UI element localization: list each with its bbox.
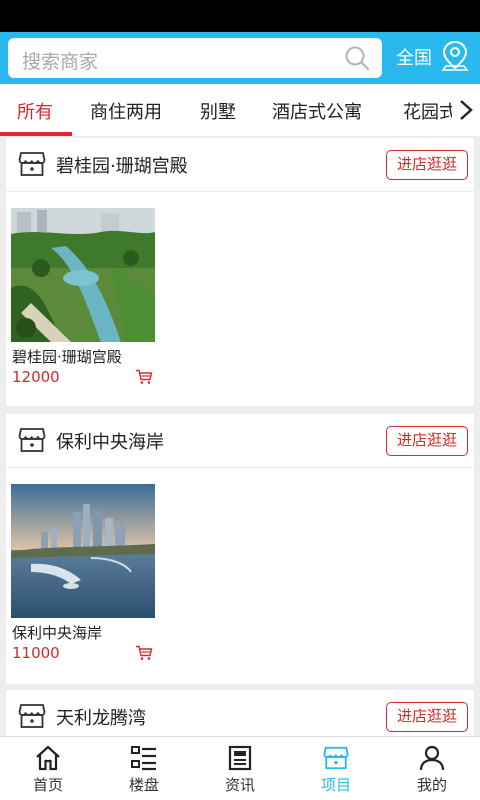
cart-icon[interactable] — [135, 645, 153, 661]
visit-shop-button[interactable]: 进店逛逛 — [386, 150, 468, 180]
tab-serviced-apartment[interactable]: 酒店式公寓 — [272, 98, 362, 124]
active-tab-indicator — [0, 132, 72, 136]
region-selector[interactable]: 全国 — [396, 44, 432, 70]
product-image[interactable] — [11, 208, 155, 342]
store-icon — [18, 152, 46, 176]
product-price: 11000 — [12, 644, 60, 662]
cart-icon[interactable] — [135, 369, 153, 385]
product-card[interactable]: 碧桂园·珊瑚宫殿 12000 — [11, 208, 155, 386]
tab-villa[interactable]: 别墅 — [200, 98, 236, 124]
search-input[interactable]: 搜索商家 — [8, 38, 382, 78]
shop-name: 天利龙腾湾 — [56, 708, 146, 729]
shop-card: 保利中央海岸 进店逛逛 保利中央海岸 11000 — [6, 414, 474, 684]
nav-projects[interactable]: 项目 — [288, 737, 384, 800]
list-icon — [131, 746, 156, 771]
shop-name: 保利中央海岸 — [56, 432, 164, 453]
product-card[interactable]: 保利中央海岸 11000 — [11, 484, 155, 662]
tabs-scroll-right[interactable] — [452, 84, 480, 136]
user-icon — [419, 745, 445, 771]
tab-all[interactable]: 所有 — [17, 98, 53, 124]
nav-profile-label: 我的 — [416, 776, 447, 794]
tab-garden[interactable]: 花园式 — [403, 98, 457, 124]
store-icon — [323, 746, 349, 770]
nav-projects-label: 项目 — [320, 776, 351, 794]
store-icon — [18, 428, 46, 452]
nav-listings[interactable]: 楼盘 — [96, 737, 192, 800]
product-name: 碧桂园·珊瑚宫殿 — [12, 348, 122, 366]
nav-news-label: 资讯 — [224, 776, 255, 794]
search-icon[interactable] — [344, 45, 370, 71]
shop-name: 碧桂园·珊瑚宫殿 — [56, 156, 188, 177]
nav-news[interactable]: 资讯 — [192, 737, 288, 800]
tab-commercial-residential[interactable]: 商住两用 — [90, 98, 162, 124]
home-icon — [36, 745, 60, 771]
shop-card: 天利龙腾湾 进店逛逛 — [6, 690, 474, 736]
news-icon — [228, 745, 252, 771]
product-price: 12000 — [12, 368, 60, 386]
nav-profile[interactable]: 我的 — [384, 737, 480, 800]
top-bar: 搜索商家 全国 — [0, 32, 480, 84]
visit-shop-button[interactable]: 进店逛逛 — [386, 702, 468, 732]
shop-header[interactable]: 保利中央海岸 进店逛逛 — [6, 414, 474, 468]
store-icon — [18, 704, 46, 728]
visit-shop-button[interactable]: 进店逛逛 — [386, 426, 468, 456]
chevron-right-icon — [460, 100, 473, 120]
product-name: 保利中央海岸 — [12, 624, 103, 642]
category-tabs: 所有 商住两用 别墅 酒店式公寓 花园式 — [0, 84, 480, 136]
status-bar — [0, 0, 480, 32]
location-pin-icon[interactable] — [441, 40, 469, 72]
nav-home[interactable]: 首页 — [0, 737, 96, 800]
search-placeholder: 搜索商家 — [22, 51, 99, 73]
shop-card: 碧桂园·珊瑚宫殿 进店逛逛 碧桂园·珊瑚宫殿 12000 — [6, 138, 474, 406]
nav-home-label: 首页 — [32, 776, 63, 794]
product-image[interactable] — [11, 484, 155, 618]
shop-header[interactable]: 碧桂园·珊瑚宫殿 进店逛逛 — [6, 138, 474, 192]
bottom-nav: 首页 楼盘 资讯 项目 我的 — [0, 736, 480, 800]
nav-listings-label: 楼盘 — [128, 776, 159, 794]
